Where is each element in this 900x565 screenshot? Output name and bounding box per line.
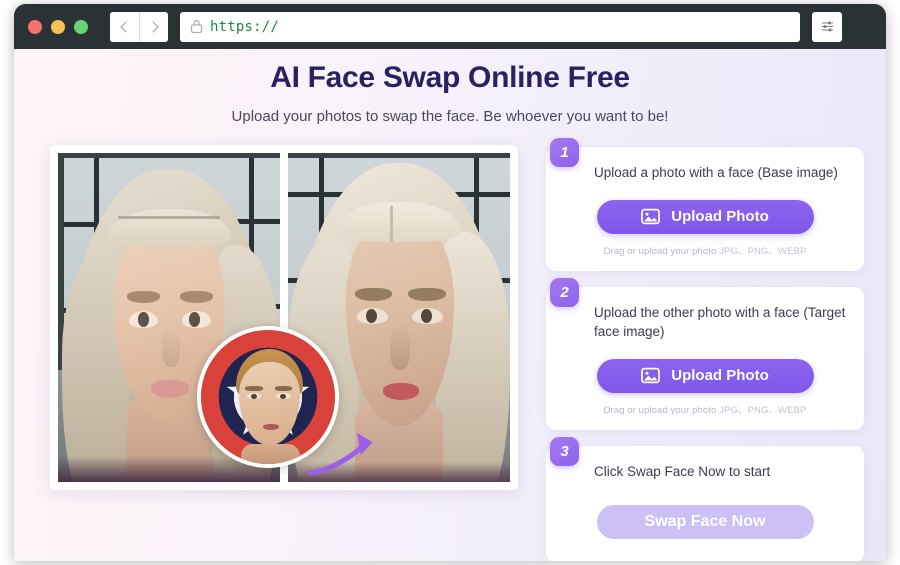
main-content: 1 Upload a photo with a face (Base image… [14,138,886,561]
page-subtitle: Upload your photos to swap the face. Be … [231,108,669,125]
step-description-3: Click Swap Face Now to start [594,463,771,479]
address-bar[interactable]: https:// [180,11,800,42]
step-description-2: Upload the other photo with a face (Targ… [594,304,846,340]
navigation-buttons [110,11,168,42]
address-bar-text: https:// [210,18,280,35]
lock-icon [190,20,203,34]
sliders-menu-icon [821,21,833,32]
chevron-right-icon [147,20,159,33]
upload-photo-label-2: Upload Photo [671,367,769,385]
maximize-window-button[interactable] [74,19,88,34]
browser-menu-button[interactable] [812,11,842,42]
image-upload-icon [641,208,661,225]
upload-hint-1: Drag or upload your photo JPG、PNG、WEBP [564,243,846,257]
upload-hint-formats-1: JPG、PNG、WEBP [719,245,807,257]
upload-hint-2: Drag or upload your photo JPG、PNG、WEBP [564,402,846,416]
upload-hint-text-2: Drag or upload your photo [603,404,717,416]
step-number-badge-2: 2 [550,277,579,307]
back-button[interactable] [110,11,139,42]
preview-panel [50,145,518,490]
page-title: AI Face Swap Online Free [270,61,630,94]
forward-button[interactable] [139,11,168,42]
swap-face-now-label: Swap Face Now [644,513,766,531]
step-card-3: 3 Click Swap Face Now to start Swap Face… [546,436,864,561]
chevron-left-icon [119,20,132,33]
steps-column: 1 Upload a photo with a face (Base image… [546,138,864,561]
minimize-window-button[interactable] [51,19,65,34]
step-card-1: 1 Upload a photo with a face (Base image… [546,138,864,271]
upload-hint-formats-2: JPG、PNG、WEBP [719,404,807,416]
upload-photo-label-1: Upload Photo [671,208,769,226]
upload-photo-button-2[interactable]: Upload Photo [596,358,814,393]
close-window-button[interactable] [28,19,42,34]
upload-photo-button-1[interactable]: Upload Photo [596,199,814,234]
step-description-1: Upload a photo with a face (Base image) [594,165,838,180]
swap-face-now-button[interactable]: Swap Face Now [596,505,814,540]
browser-window: https:// AI Face Swap Online Free Upload… [14,4,886,561]
upload-hint-text-1: Drag or upload your photo [603,245,717,257]
step-number-badge-1: 1 [550,138,579,167]
browser-title-bar: https:// [14,4,886,49]
step-card-2: 2 Upload the other photo with a face (Ta… [546,277,864,430]
step-number-badge-3: 3 [550,436,579,466]
window-controls [28,19,88,34]
source-face-thumbnail[interactable] [197,326,339,468]
page-viewport: AI Face Swap Online Free Upload your pho… [14,49,886,561]
image-upload-icon [641,367,661,384]
